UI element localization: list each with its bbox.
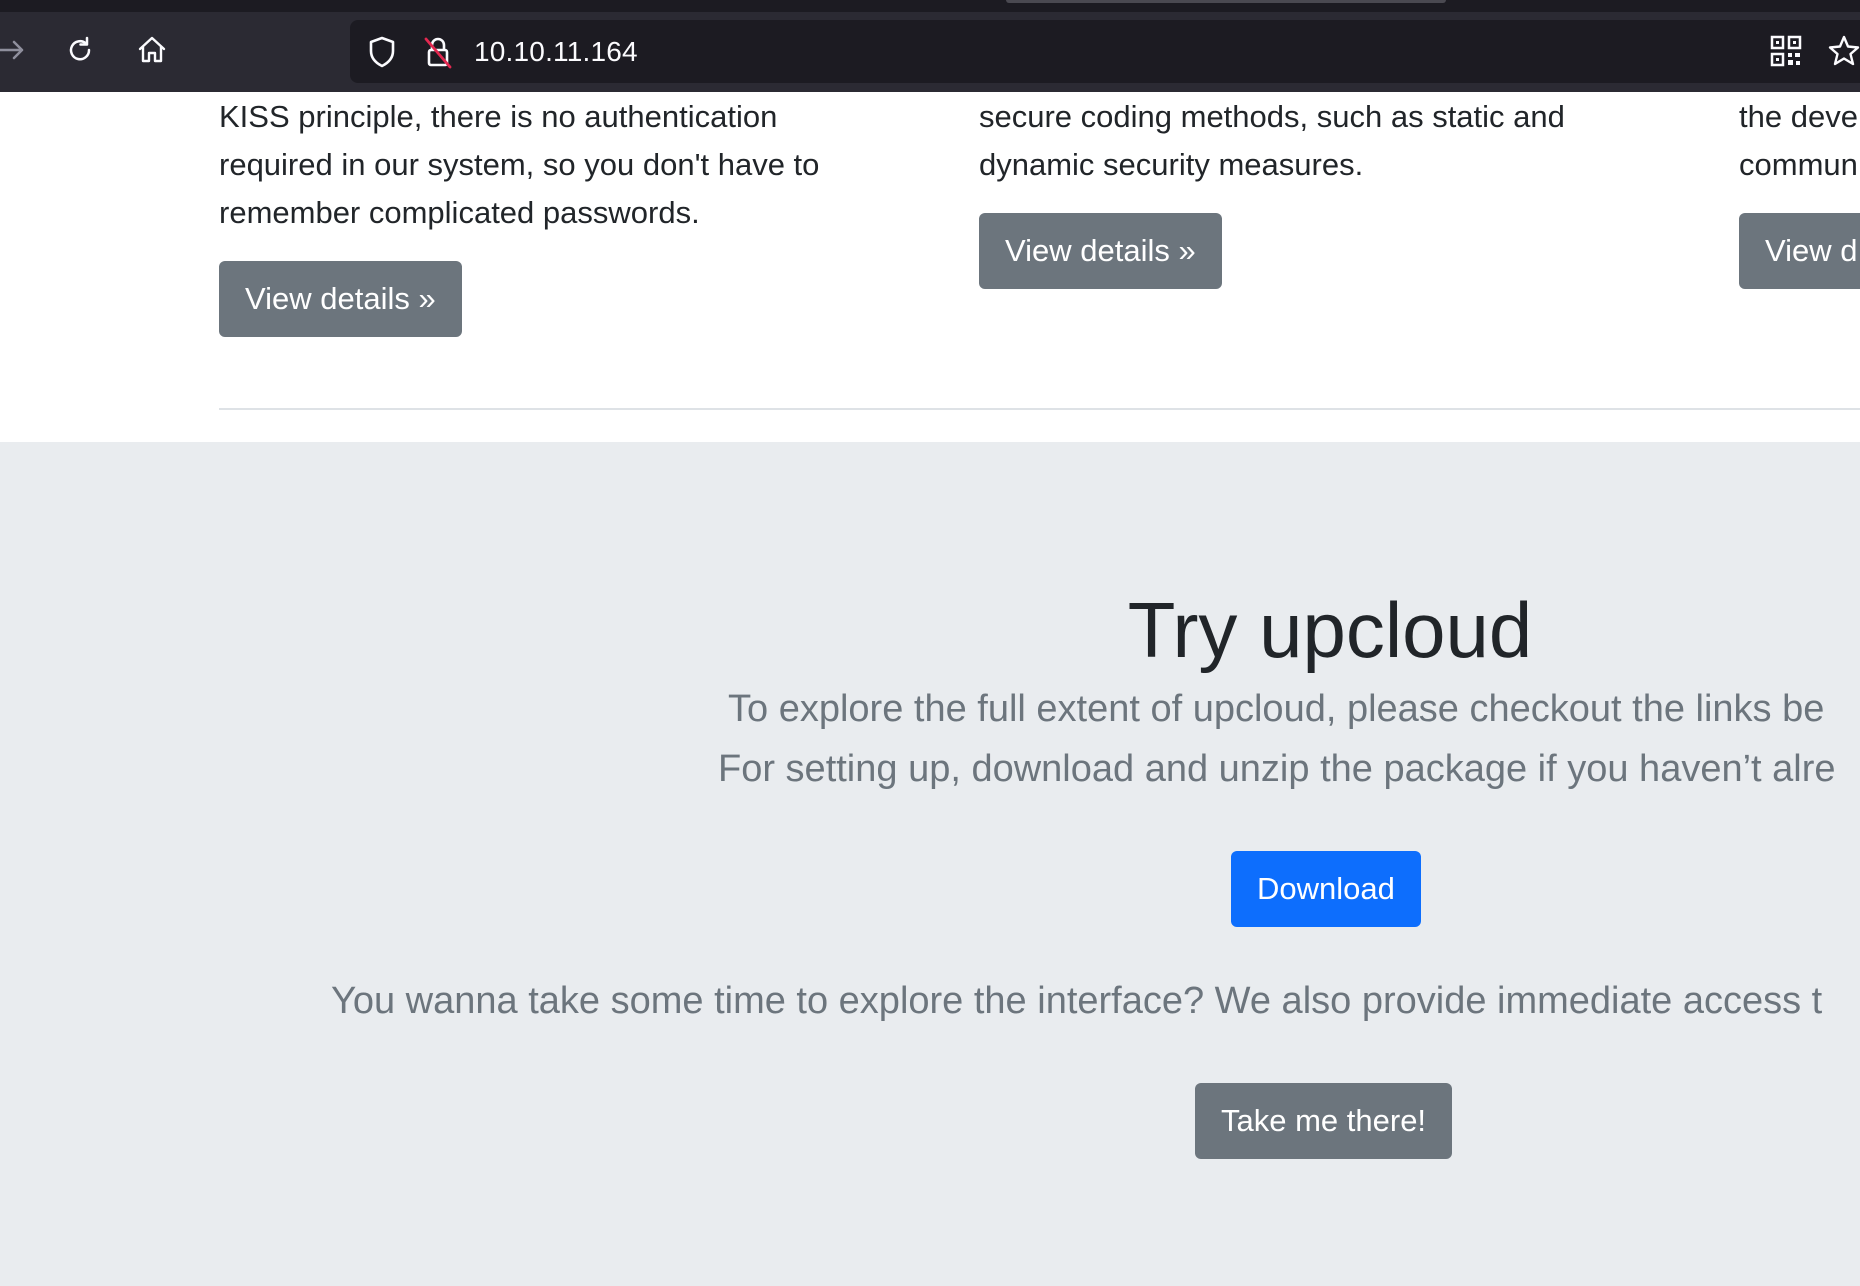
reload-button[interactable]: [58, 30, 102, 74]
home-icon: [136, 34, 168, 71]
star-icon[interactable]: [1826, 33, 1860, 69]
active-tab-edge[interactable]: [1006, 0, 1446, 3]
forward-button[interactable]: [0, 30, 34, 74]
lead-text-interface: You wanna take some time to explore the …: [331, 980, 1823, 1022]
url-text[interactable]: 10.10.11.164: [474, 20, 638, 83]
shield-icon[interactable]: [364, 34, 400, 70]
lock-slash-icon[interactable]: [420, 34, 456, 70]
feature-column-1: KISS principle, there is no authenticati…: [219, 93, 899, 337]
section-title: Try upcloud: [1127, 586, 1533, 674]
browser-toolbar: 10.10.11.164: [0, 0, 1860, 92]
try-upcloud-section: Try upcloud To explore the full extent o…: [0, 442, 1860, 1286]
reload-icon: [64, 34, 96, 71]
section-divider: [219, 408, 1860, 410]
feature-text: secure coding methods, such as static an…: [979, 99, 1565, 182]
lead-text-setup: For setting up, download and unzip the p…: [718, 748, 1836, 790]
address-bar[interactable]: 10.10.11.164: [350, 20, 1860, 83]
qr-code-icon[interactable]: [1768, 33, 1804, 69]
take-me-there-button[interactable]: Take me there!: [1195, 1083, 1453, 1159]
feature-text: KISS principle, there is no authenticati…: [219, 99, 820, 230]
tab-strip: [0, 0, 1860, 12]
feature-text: the deve commun: [1739, 99, 1858, 182]
feature-column-3: the deve commun View d: [1739, 93, 1860, 289]
view-details-button[interactable]: View details »: [979, 213, 1222, 289]
lead-text-explore: To explore the full extent of upcloud, p…: [728, 688, 1825, 730]
view-details-button[interactable]: View details »: [219, 261, 462, 337]
download-button[interactable]: Download: [1231, 851, 1421, 927]
view-details-button[interactable]: View d: [1739, 213, 1860, 289]
home-button[interactable]: [130, 30, 174, 74]
arrow-right-icon: [0, 34, 28, 71]
feature-column-2: secure coding methods, such as static an…: [979, 93, 1659, 289]
